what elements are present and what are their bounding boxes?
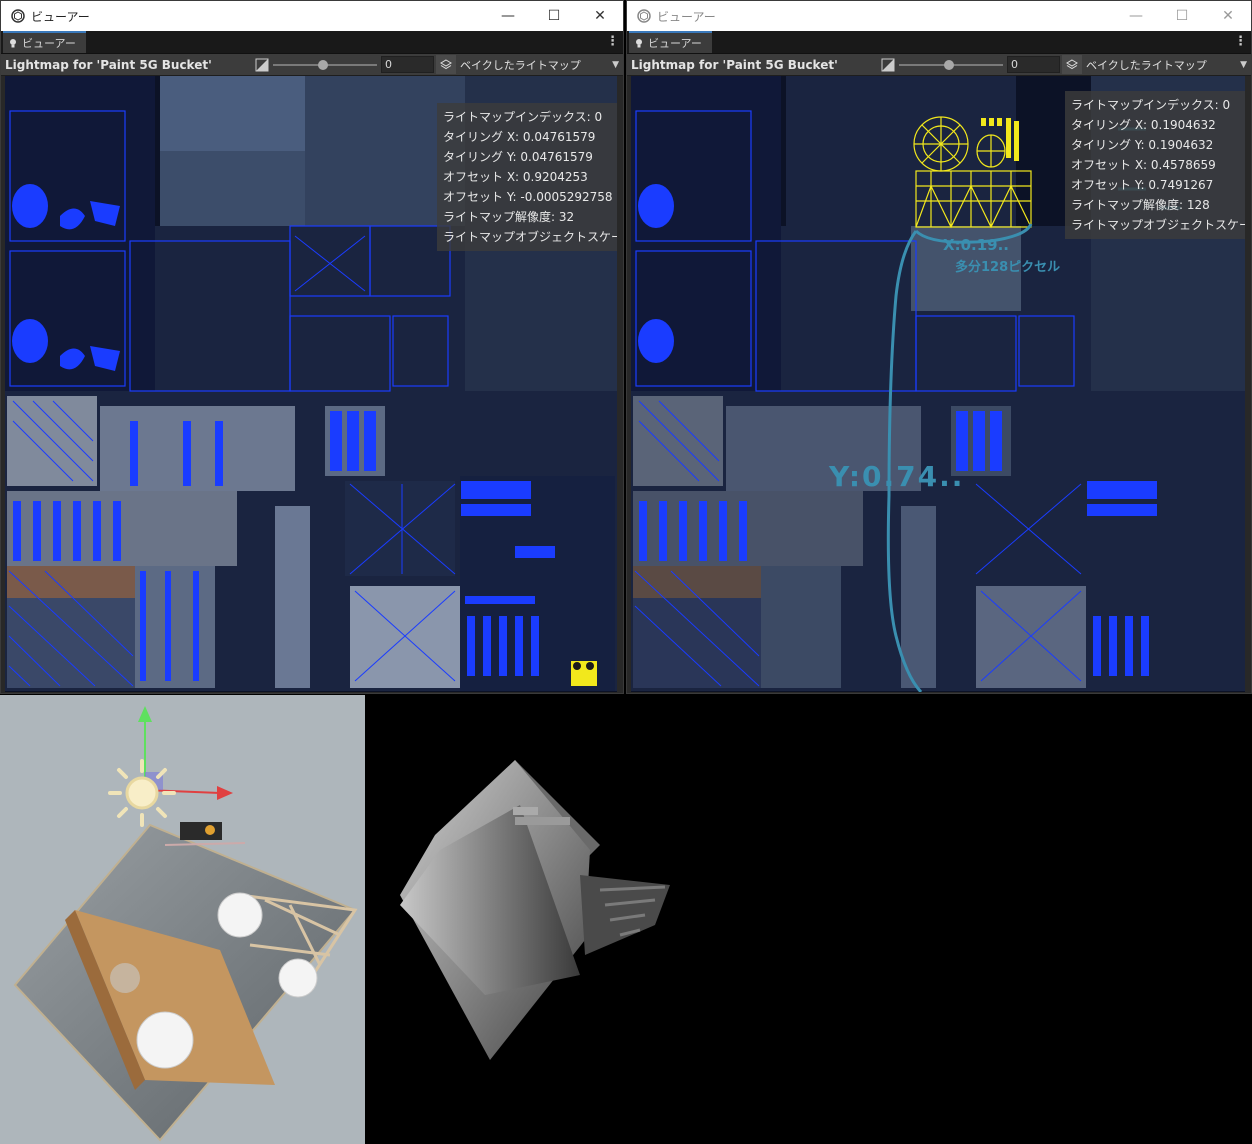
minimize-button[interactable]: — [1113, 1, 1159, 31]
viewer-toolbar: Lightmap for 'Paint 5G Bucket' 0 ベイクしたライ… [627, 54, 1251, 76]
window-title: ビューアー [31, 9, 90, 24]
layers-button[interactable] [436, 55, 456, 74]
info-offset-x: オフセット X: 0.4578659 [1071, 158, 1216, 172]
window-titlebar[interactable]: ビューアー — ☐ ✕ [1, 1, 623, 31]
maximize-button[interactable]: ☐ [1159, 1, 1205, 31]
exposure-icon [881, 58, 895, 71]
close-button[interactable]: ✕ [1205, 1, 1251, 31]
lightmap-heading: Lightmap for 'Paint 5G Bucket' [631, 57, 838, 72]
lightmap-info-overlay: ライトマップインデックス: 0 タイリング X: 0.1904632 タイリング… [1065, 91, 1245, 239]
exposure-slider[interactable] [899, 59, 1003, 71]
lightmap-heading: Lightmap for 'Paint 5G Bucket' [5, 57, 212, 72]
lightmap-atlas-view[interactable]: X:0.19.. 多分128ピクセル Y:0.74.. ライトマップインデックス… [631, 76, 1245, 692]
info-tiling-x: タイリング X: 0.1904632 [1071, 118, 1216, 132]
kebab-menu-icon[interactable]: ⋮ [1234, 34, 1247, 49]
lightbulb-icon [10, 39, 16, 48]
close-button[interactable]: ✕ [577, 1, 623, 31]
kebab-menu-icon[interactable]: ⋮ [606, 34, 619, 49]
tab-viewer[interactable]: ビューアー [3, 31, 86, 53]
info-lightmap-resolution: ライトマップ解像度: 128 [1071, 198, 1210, 212]
unity-logo-icon [11, 9, 25, 23]
layers-icon [440, 58, 452, 69]
exposure-icon [255, 58, 269, 71]
exposure-field[interactable]: 0 [1007, 56, 1060, 73]
exposure-slider[interactable] [273, 59, 377, 71]
info-lightmap-index: ライトマップインデックス: 0 [1071, 98, 1231, 112]
minimize-button[interactable]: — [485, 1, 531, 31]
viewer-toolbar: Lightmap for 'Paint 5G Bucket' 0 ベイクしたライ… [1, 54, 623, 76]
window-titlebar[interactable]: ビューアー — ☐ ✕ [627, 1, 1251, 31]
annotation-y: Y:0.74.. [829, 460, 965, 493]
tab-bar: ビューアー ⋮ [627, 31, 1251, 54]
info-offset-y: オフセット Y: -0.0005292758 [443, 190, 613, 204]
exposure-field[interactable]: 0 [381, 56, 434, 73]
tab-label: ビューアー [648, 37, 702, 50]
info-tiling-y: タイリング Y: 0.04761579 [443, 150, 593, 164]
lightmap-grayscale-render [400, 760, 670, 1060]
info-offset-y: オフセット Y: 0.7491267 [1071, 178, 1214, 192]
layers-button[interactable] [1062, 55, 1082, 74]
lightmap-atlas-view[interactable]: ライトマップインデックス: 0 タイリング X: 0.04761579 タイリン… [5, 76, 617, 692]
tab-viewer[interactable]: ビューアー [629, 31, 712, 53]
chevron-down-icon: ▼ [1240, 59, 1247, 70]
lightmap-preview [365, 695, 1252, 1144]
info-object-scale: ライトマップオブジェクトスケール: 1 [1071, 218, 1245, 232]
lightbulb-icon [636, 39, 642, 48]
dropdown-value: ベイクしたライトマップ [460, 58, 581, 72]
maximize-button[interactable]: ☐ [531, 1, 577, 31]
scene-view[interactable] [0, 695, 365, 1144]
info-lightmap-resolution: ライトマップ解像度: 32 [443, 210, 575, 224]
lightmap-viewer-window-1: ビューアー — ☐ ✕ ビューアー ⋮ Lightmap for 'Paint … [0, 0, 624, 694]
sun-light-icon[interactable] [102, 753, 182, 833]
annotation-pixel-note: 多分128ピクセル [955, 260, 1061, 275]
window-title: ビューアー [657, 9, 716, 24]
annotation-x: X:0.19.. [943, 236, 1009, 254]
lightmap-viewer-window-2: ビューアー — ☐ ✕ ビューアー ⋮ Lightmap for 'Paint … [626, 0, 1252, 694]
info-lightmap-index: ライトマップインデックス: 0 [443, 110, 603, 124]
tab-label: ビューアー [22, 37, 76, 50]
dropdown-value: ベイクしたライトマップ [1086, 58, 1207, 72]
lightmap-mode-dropdown[interactable]: ベイクしたライトマップ ▼ [460, 55, 623, 74]
info-object-scale: ライトマップオブジェクトスケール: 1 [443, 230, 617, 244]
layers-icon [1066, 58, 1078, 69]
lightmap-info-overlay: ライトマップインデックス: 0 タイリング X: 0.04761579 タイリン… [437, 103, 617, 251]
tab-bar: ビューアー ⋮ [1, 31, 623, 54]
info-offset-x: オフセット X: 0.9204253 [443, 170, 588, 184]
lightmap-mode-dropdown[interactable]: ベイクしたライトマップ ▼ [1086, 55, 1251, 74]
info-tiling-x: タイリング X: 0.04761579 [443, 130, 596, 144]
chevron-down-icon: ▼ [612, 59, 619, 70]
unity-logo-icon [637, 9, 651, 23]
info-tiling-y: タイリング Y: 0.1904632 [1071, 138, 1214, 152]
